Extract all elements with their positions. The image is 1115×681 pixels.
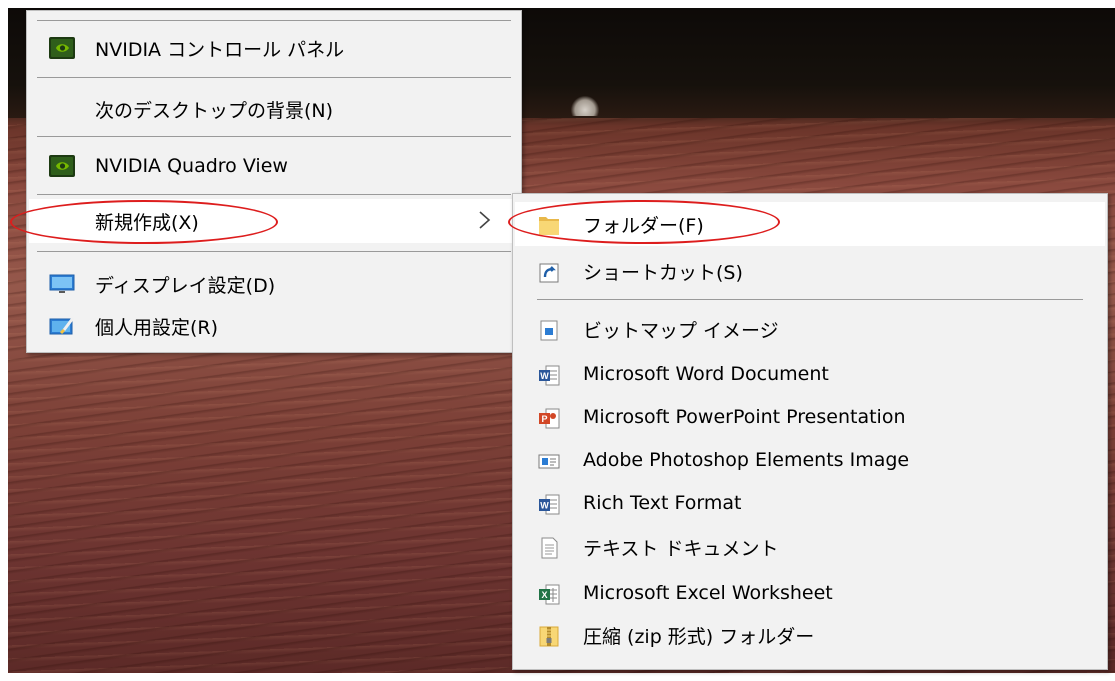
menu-item-label: NVIDIA Quadro View [95,155,288,177]
menu-item-label: ショートカット(S) [583,261,743,284]
menu-separator [37,20,511,21]
display-icon [49,274,75,293]
menu-item-label: テキスト ドキュメント [583,537,779,560]
powerpoint-icon: P [539,408,560,429]
menu-item-next-desktop-background[interactable]: 次のデスクトップの背景(N) [29,87,519,131]
chevron-right-icon [479,211,491,229]
menu-item-label: NVIDIA コントロール パネル [95,38,345,61]
menu-item-label: Microsoft PowerPoint Presentation [583,406,906,428]
svg-text:W: W [540,501,549,511]
text-document-icon [541,537,558,559]
menu-item-label: Microsoft Word Document [583,363,829,385]
menu-item-nvidia-control-panel[interactable]: NVIDIA コントロール パネル [29,26,519,70]
menu-item-label: Rich Text Format [583,492,742,514]
menu-item-new[interactable]: 新規作成(X) [29,199,519,243]
svg-text:W: W [540,371,549,381]
menu-separator [37,136,511,137]
submenu-item-word-document[interactable]: W Microsoft Word Document [515,352,1105,396]
menu-separator [37,194,511,195]
menu-item-label: ディスプレイ設定(D) [95,274,276,297]
nvidia-icon [49,37,75,59]
wallpaper-boat [571,96,599,116]
submenu-item-text-document[interactable]: テキスト ドキュメント [515,525,1105,569]
menu-separator [537,299,1083,300]
personalize-icon [49,317,75,335]
menu-item-label: 圧縮 (zip 形式) フォルダー [583,625,815,648]
menu-item-label: 新規作成(X) [95,211,199,234]
submenu-item-powerpoint-presentation[interactable]: P Microsoft PowerPoint Presentation [515,395,1105,439]
submenu-item-zip-folder[interactable]: 圧縮 (zip 形式) フォルダー [515,613,1105,657]
menu-item-label: ビットマップ イメージ [583,319,779,342]
submenu-item-shortcut[interactable]: ショートカット(S) [515,249,1105,293]
svg-text:P: P [541,414,547,424]
submenu-item-excel-worksheet[interactable]: X Microsoft Excel Worksheet [515,571,1105,615]
menu-item-personalize[interactable]: 個人用設定(R) [29,304,519,348]
menu-separator [37,251,511,252]
menu-item-label: Adobe Photoshop Elements Image [583,449,910,471]
desktop-context-menu: NVIDIA コントロール パネル 次のデスクトップの背景(N) NVIDIA … [26,10,522,353]
new-submenu: フォルダー(F) ショートカット(S) ビットマップ イメージ W Micros… [512,193,1108,670]
submenu-item-folder[interactable]: フォルダー(F) [515,202,1105,246]
folder-icon [539,217,559,235]
rtf-icon: W [539,494,560,515]
menu-item-display-settings[interactable]: ディスプレイ設定(D) [29,262,519,306]
submenu-item-photoshop-elements-image[interactable]: Adobe Photoshop Elements Image [515,438,1105,482]
word-icon: W [539,365,560,386]
submenu-item-bitmap-image[interactable]: ビットマップ イメージ [515,307,1105,351]
submenu-item-rich-text-format[interactable]: W Rich Text Format [515,481,1105,525]
menu-item-label: Microsoft Excel Worksheet [583,582,833,604]
menu-item-nvidia-quadro-view[interactable]: NVIDIA Quadro View [29,144,519,188]
svg-text:X: X [541,590,547,600]
menu-separator [37,77,511,78]
excel-icon: X [539,584,560,605]
menu-item-label: 次のデスクトップの背景(N) [95,99,334,122]
bitmap-icon [540,320,558,341]
menu-item-label: フォルダー(F) [583,214,704,237]
zip-folder-icon [539,626,559,647]
menu-item-label: 個人用設定(R) [95,316,219,339]
photoshop-elements-icon [538,454,560,469]
nvidia-icon [49,155,75,177]
shortcut-icon [539,263,559,283]
